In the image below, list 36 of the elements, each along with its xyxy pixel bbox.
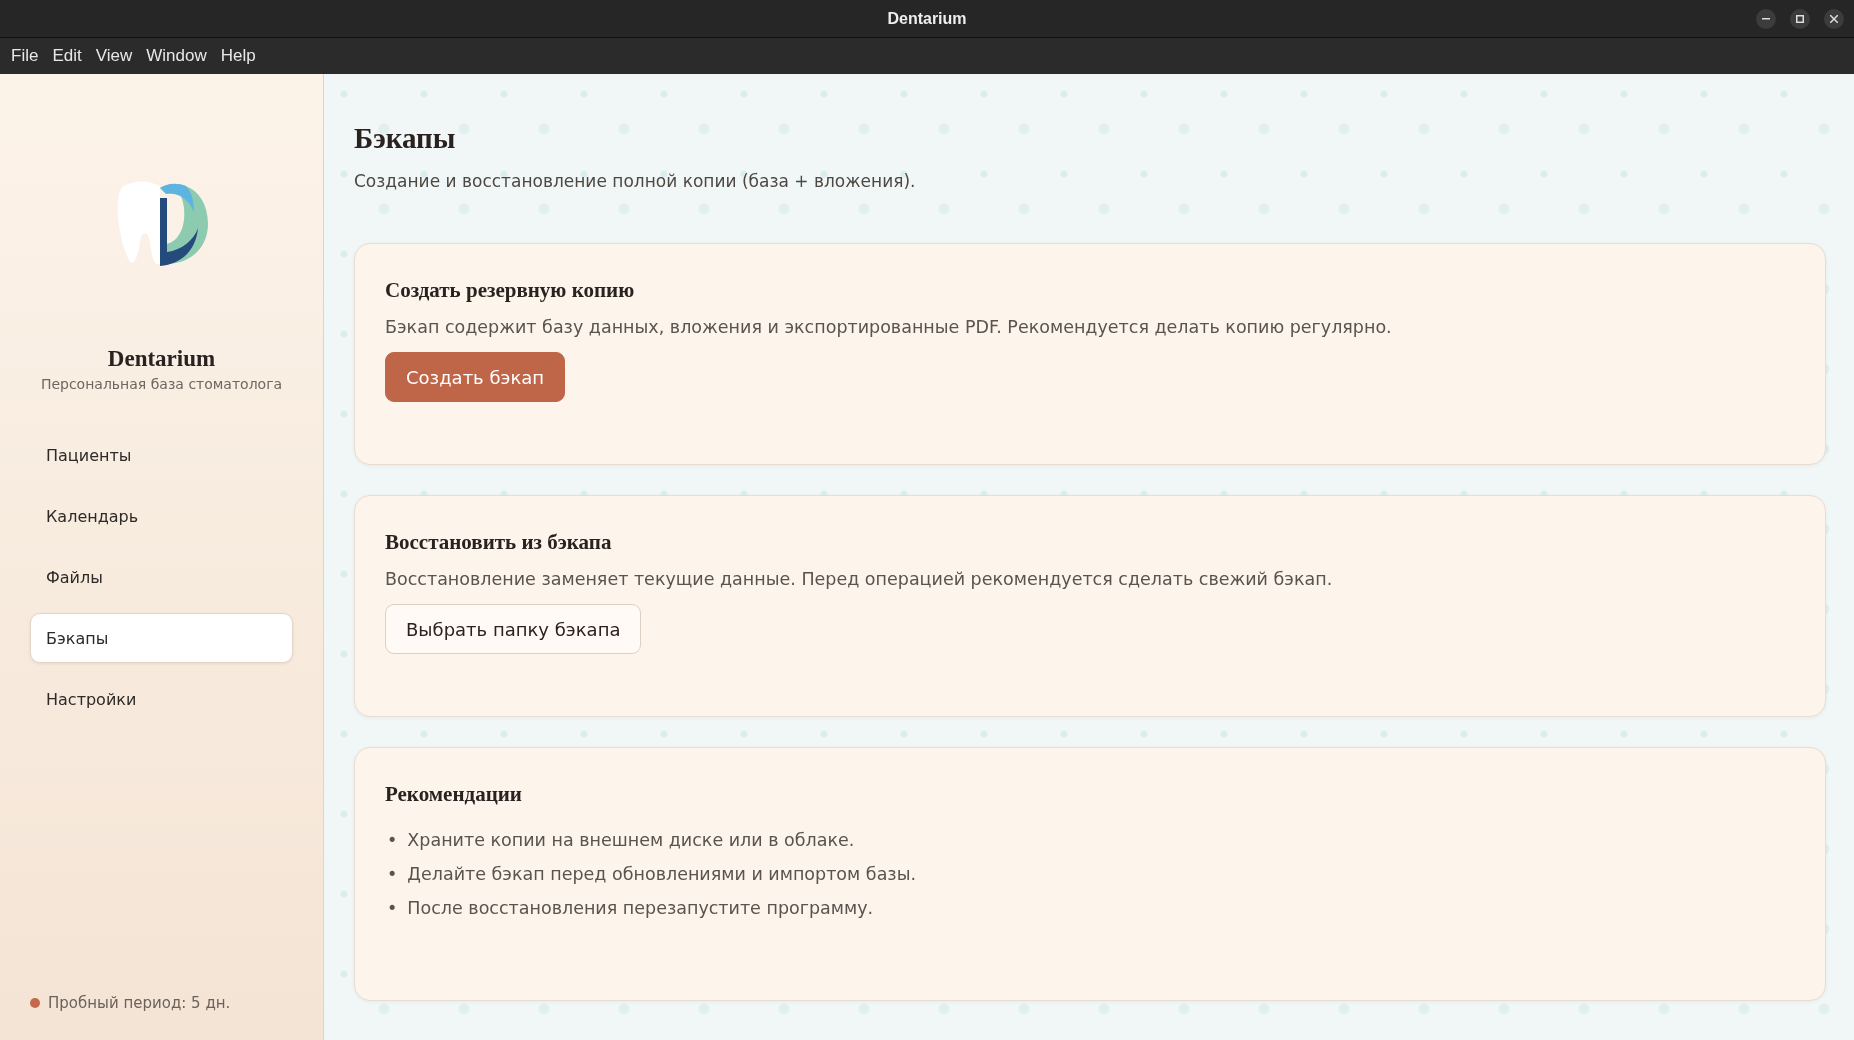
card-title: Восстановить из бэкапа <box>385 530 613 555</box>
nav-item[interactable]: Календарь <box>30 491 293 541</box>
menu-item[interactable]: Window <box>139 42 214 70</box>
menu-item[interactable]: View <box>88 42 140 70</box>
list-bullet: • <box>387 863 398 884</box>
minimize-button[interactable] <box>1756 9 1776 29</box>
nav-item[interactable]: Бэкапы <box>30 613 293 663</box>
status-dot <box>30 998 40 1008</box>
card-title: Создать резервную копию <box>385 278 636 303</box>
secondary-button[interactable]: Выбрать папку бэкапа <box>385 604 642 654</box>
card-description: Бэкап содержит базу данных, вложения и экспортированные PDF. Рекомендуется делать копию регулярно. <box>385 317 1393 337</box>
card-title: Рекомендации <box>385 782 523 807</box>
menu-item[interactable]: Help <box>213 42 263 70</box>
nav-item[interactable]: Пациенты <box>30 430 293 480</box>
list-bullet: • <box>387 830 398 850</box>
nav-item[interactable]: Настройки <box>30 674 293 724</box>
page-title: Бэкапы <box>354 122 457 155</box>
window-title: Dentarium <box>887 9 967 28</box>
primary-button[interactable]: Создать бэкап <box>385 352 566 402</box>
minimize-icon <box>1762 18 1770 20</box>
maximize-icon <box>1796 15 1804 23</box>
nav-item[interactable]: Файлы <box>30 552 293 602</box>
close-button[interactable] <box>1824 9 1844 29</box>
list-item: Храните копии на внешнем диске или в облаке. <box>407 829 855 852</box>
list-item: Делайте бэкап перед обновлениями и импортом базы. <box>407 862 917 886</box>
close-icon <box>1830 15 1838 23</box>
menu-item[interactable]: Edit <box>45 42 89 70</box>
list-bullet: • <box>387 897 398 918</box>
trial-status: Пробный период: 5 дн. <box>48 994 231 1012</box>
menu-item[interactable]: File <box>4 42 46 70</box>
list-item: После восстановления перезапустите программу. <box>407 896 874 920</box>
app-tagline: Персональная база стоматолога <box>39 376 284 392</box>
maximize-button[interactable] <box>1790 9 1810 29</box>
card-description: Восстановление заменяет текущие данные. Перед операцией рекомендуется сделать свежий бэкап. <box>385 569 1334 589</box>
page-subtitle: Создание и восстановление полной копии (база + вложения). <box>354 171 917 191</box>
app-name: Dentarium <box>106 346 217 372</box>
